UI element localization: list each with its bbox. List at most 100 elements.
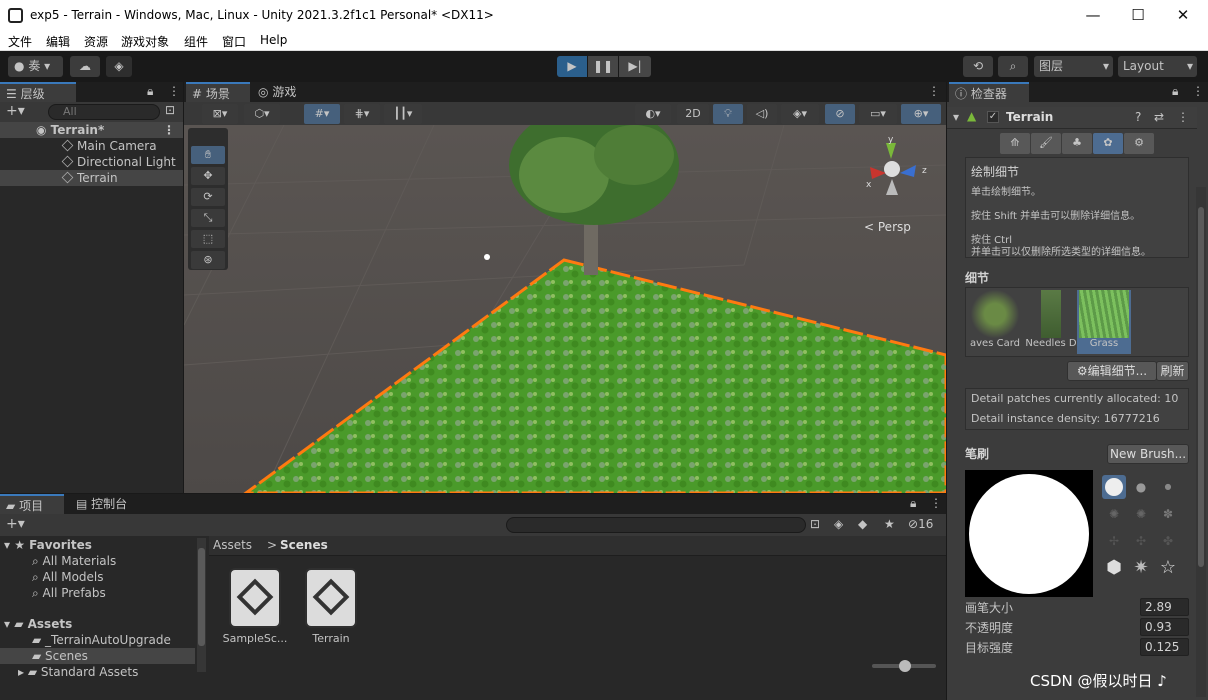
pause-button[interactable]: ❚❚ bbox=[588, 56, 618, 77]
brush-scatter[interactable]: ✤ bbox=[1156, 529, 1180, 553]
folder-item[interactable]: ▸ ▰ Standard Assets bbox=[18, 664, 138, 680]
lock-icon[interactable]: 🔒︎ bbox=[1172, 84, 1178, 99]
brush-circle-selected[interactable] bbox=[1102, 475, 1126, 499]
camera-icon[interactable]: ▭▾ bbox=[859, 104, 897, 124]
detail-item[interactable]: aves Card bbox=[968, 290, 1022, 354]
tab-project[interactable]: ▰ 项目 bbox=[0, 494, 64, 514]
detail-item-selected[interactable]: Grass bbox=[1077, 290, 1131, 354]
brush-noise[interactable]: ✺ bbox=[1129, 502, 1153, 526]
paint-details-tab[interactable]: ✿ bbox=[1093, 133, 1123, 154]
project-search-input[interactable] bbox=[506, 517, 806, 533]
grid-snap-icon[interactable]: #▾ bbox=[304, 104, 340, 124]
brush-cloud[interactable]: ✺ bbox=[1102, 502, 1126, 526]
asset-file[interactable]: SampleSc... bbox=[220, 566, 290, 650]
search-icon[interactable]: ⌕ bbox=[998, 56, 1028, 77]
help-icon[interactable]: ? bbox=[1135, 110, 1141, 124]
hierarchy-item-directional-light[interactable]: Directional Light bbox=[0, 154, 183, 170]
folder-item[interactable]: ▰ _TerrainAutoUpgrade bbox=[32, 632, 171, 648]
menu-gameobject[interactable]: 游戏对象 bbox=[121, 33, 169, 50]
scene-more-icon[interactable]: ⋮ bbox=[163, 122, 175, 138]
brush-dots[interactable]: ✢ bbox=[1102, 529, 1126, 553]
folder-item-selected[interactable]: ▰ Scenes bbox=[0, 648, 195, 664]
brush-size-field[interactable]: 2.89 bbox=[1140, 598, 1189, 616]
tag-icon[interactable]: ◆ bbox=[858, 517, 867, 531]
star-icon[interactable]: ★ bbox=[884, 517, 895, 531]
brush-hexagon[interactable]: ⬢ bbox=[1102, 556, 1126, 580]
filter-label-icon[interactable]: ◈ bbox=[834, 517, 843, 531]
icon-size-slider[interactable] bbox=[872, 660, 936, 672]
new-brush-button[interactable]: New Brush... bbox=[1107, 444, 1189, 464]
breadcrumb-current[interactable]: Scenes bbox=[280, 538, 328, 552]
menu-edit[interactable]: 编辑 bbox=[46, 33, 70, 50]
terrain-settings-tab[interactable]: ⚙ bbox=[1124, 133, 1154, 154]
more-icon[interactable]: ⋮ bbox=[1192, 84, 1204, 98]
cloud-icon[interactable]: ☁ bbox=[70, 56, 100, 77]
assets-header[interactable]: ▾ ▰ Assets bbox=[4, 616, 72, 632]
snap-increment-icon[interactable]: ⋕▾ bbox=[344, 104, 380, 124]
lock-icon[interactable]: 🔒︎ bbox=[910, 496, 916, 511]
brush-splat[interactable]: ✽ bbox=[1156, 502, 1180, 526]
hierarchy-search-input[interactable]: All bbox=[48, 104, 160, 120]
target-strength-field[interactable]: 0.125 bbox=[1140, 638, 1189, 656]
hierarchy-item-terrain[interactable]: Terrain bbox=[0, 170, 183, 186]
favorite-item[interactable]: ⌕ All Materials bbox=[32, 553, 116, 569]
play-button[interactable]: ▶ bbox=[557, 56, 587, 77]
search-by-type-icon[interactable]: ⊡ bbox=[810, 517, 820, 531]
rect-tool-icon[interactable]: ⬚ bbox=[191, 230, 225, 248]
preset-icon[interactable]: ⇄ bbox=[1154, 110, 1164, 124]
menu-window[interactable]: 窗口 bbox=[222, 33, 246, 50]
slider-thumb[interactable] bbox=[899, 660, 911, 672]
step-button[interactable]: ▶| bbox=[619, 56, 651, 77]
menu-assets[interactable]: 资源 bbox=[84, 33, 108, 50]
paint-terrain-tab[interactable]: 🖌︎ bbox=[1031, 133, 1061, 154]
render-mode-icon[interactable]: ⬡▾ bbox=[244, 104, 280, 124]
create-neighbor-tab[interactable]: ⟰ bbox=[1000, 133, 1030, 154]
lighting-icon[interactable]: 💡︎ bbox=[713, 104, 743, 124]
foldout-icon[interactable]: ▾ bbox=[953, 110, 959, 124]
favorite-item[interactable]: ⌕ All Models bbox=[32, 569, 104, 585]
brush-starburst[interactable]: ✷ bbox=[1129, 556, 1153, 580]
edit-details-button[interactable]: ⚙编辑细节... bbox=[1067, 361, 1157, 381]
scene-root-item[interactable]: ◉ Terrain* ⋮ bbox=[0, 122, 183, 138]
opacity-field[interactable]: 0.93 bbox=[1140, 618, 1189, 636]
scale-tool-icon[interactable]: ⤡ bbox=[191, 209, 225, 227]
enabled-checkbox[interactable]: ✓ bbox=[987, 111, 999, 123]
brush-soft[interactable]: ● bbox=[1129, 475, 1153, 499]
tree-scrollbar[interactable] bbox=[197, 538, 206, 672]
more-icon[interactable]: ⋮ bbox=[1177, 110, 1189, 124]
rotate-tool-icon[interactable]: ⟳ bbox=[191, 188, 225, 206]
more-icon[interactable]: ⋮ bbox=[168, 84, 180, 98]
detail-item[interactable]: Needles D bbox=[1024, 290, 1078, 354]
audio-icon[interactable]: ◁) bbox=[747, 104, 777, 124]
orientation-gizmo[interactable]: y z x bbox=[864, 135, 934, 210]
tab-scene[interactable]: # 场景 bbox=[186, 82, 250, 102]
ruler-icon[interactable]: ┃┃▾ bbox=[384, 104, 422, 124]
history-icon[interactable]: ⟲ bbox=[963, 56, 993, 77]
shading-icon[interactable]: ◐▾ bbox=[635, 104, 671, 124]
breadcrumb-root[interactable]: Assets bbox=[213, 538, 252, 552]
minimize-icon[interactable]: — bbox=[1083, 5, 1103, 25]
tab-inspector[interactable]: ⓘ 检查器 bbox=[949, 82, 1029, 102]
menu-component[interactable]: 组件 bbox=[184, 33, 208, 50]
brush-small[interactable]: ● bbox=[1156, 475, 1180, 499]
effects-icon[interactable]: ◈▾ bbox=[781, 104, 819, 124]
hidden-packages-icon[interactable]: ⊘16 bbox=[908, 517, 933, 531]
refresh-button[interactable]: 刷新 bbox=[1156, 361, 1189, 381]
move-tool-icon[interactable]: ✥ bbox=[191, 167, 225, 185]
visibility-icon[interactable]: ⊘ bbox=[825, 104, 855, 124]
close-icon[interactable]: ✕ bbox=[1173, 5, 1193, 25]
tab-game[interactable]: ◎ 游戏 bbox=[252, 82, 312, 102]
scrollbar-thumb[interactable] bbox=[1198, 207, 1204, 567]
component-header[interactable]: ▾ ▲ ✓ Terrain ? ⇄ ⋮ bbox=[947, 107, 1197, 129]
tab-hierarchy[interactable]: ☰ 层级 bbox=[0, 82, 76, 102]
collab-icon[interactable]: ◈ bbox=[106, 56, 132, 77]
menu-file[interactable]: 文件 bbox=[8, 33, 32, 50]
favorites-header[interactable]: ▾ ★ Favorites bbox=[4, 537, 92, 553]
more-icon[interactable]: ⋮ bbox=[930, 496, 942, 510]
layout-dropdown[interactable]: Layout ▾ bbox=[1118, 56, 1197, 77]
account-dropdown[interactable]: ● 奏 ▾ bbox=[8, 56, 63, 77]
hand-tool-icon[interactable]: ✋︎ bbox=[191, 146, 225, 164]
tab-console[interactable]: ▤ 控制台 bbox=[70, 494, 140, 514]
transform-tool-icon[interactable]: ⊛ bbox=[191, 251, 225, 269]
scene-viewport[interactable]: ✋︎ ✥ ⟳ ⤡ ⬚ ⊛ y z x < Persp bbox=[184, 125, 946, 493]
